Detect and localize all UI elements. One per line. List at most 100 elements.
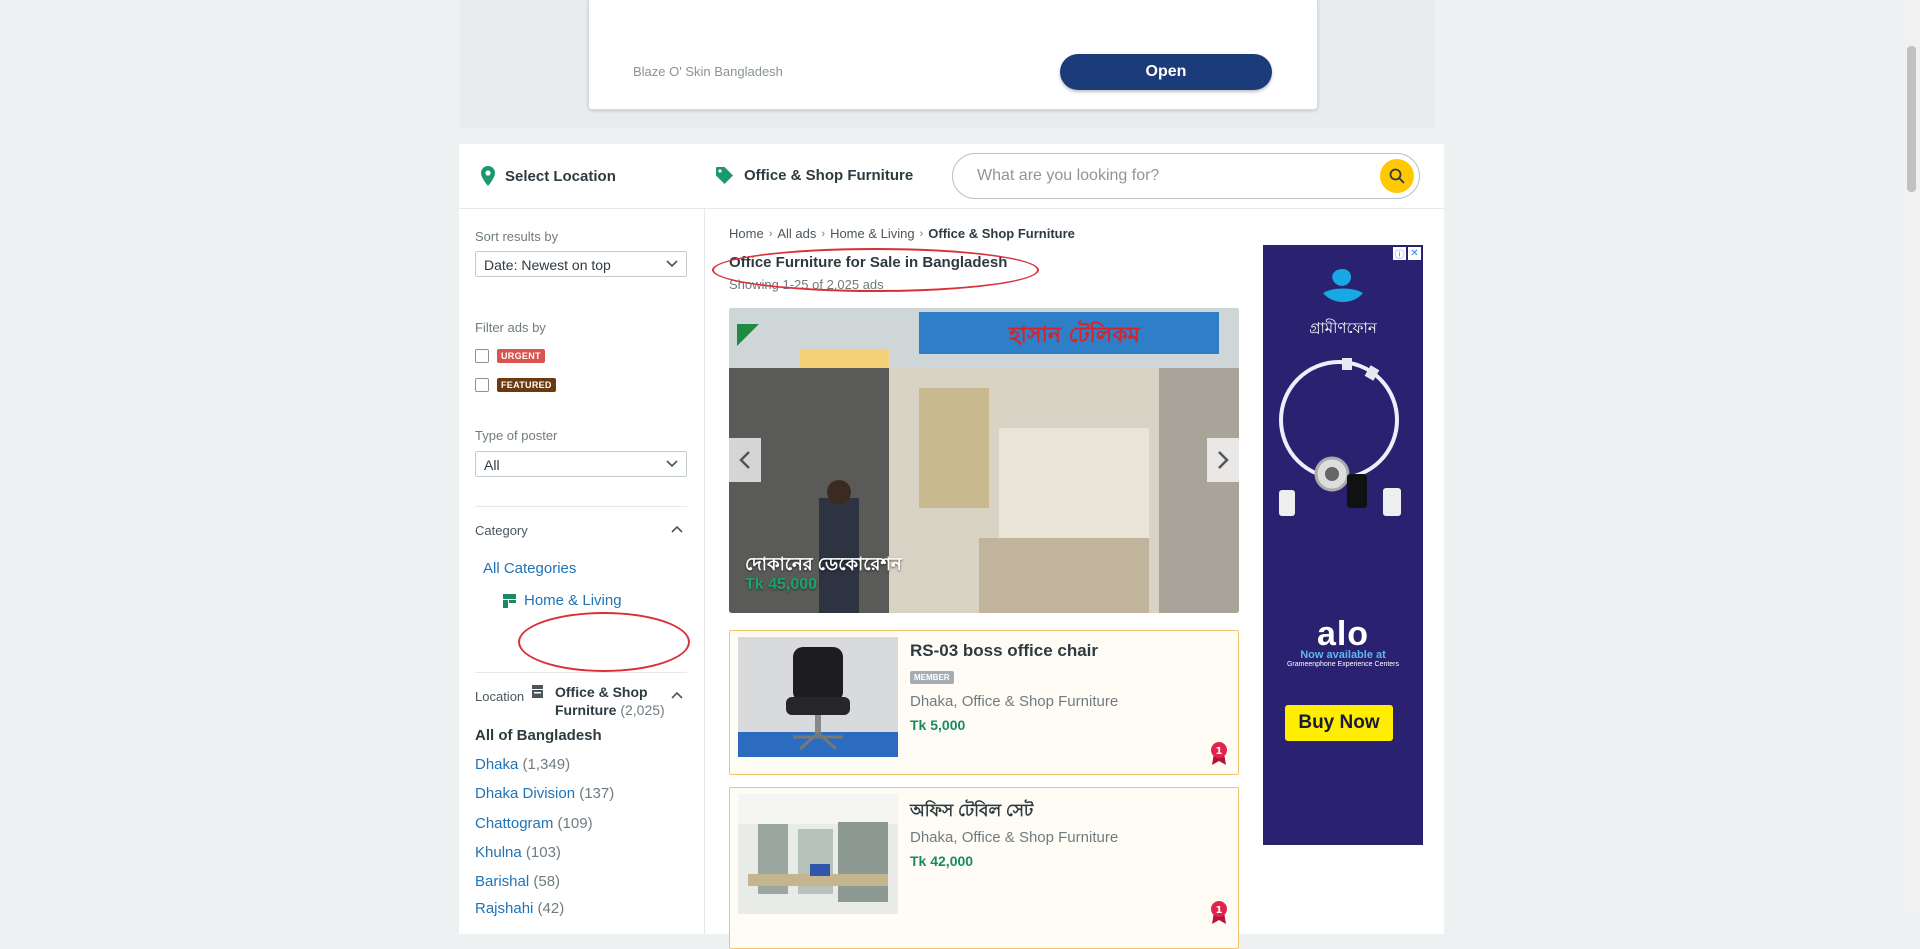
listing-thumbnail xyxy=(738,637,898,757)
location-name: Barishal xyxy=(475,873,530,890)
location-count: (103) xyxy=(525,844,561,861)
sort-value: Date: Newest on top xyxy=(484,257,611,273)
carousel-prev-button[interactable] xyxy=(729,438,761,482)
close-icon[interactable]: ✕ xyxy=(1408,247,1421,260)
sort-select[interactable]: Date: Newest on top xyxy=(475,251,687,277)
search-box xyxy=(952,153,1420,199)
listing-title[interactable]: অফিস টেবিল সেট xyxy=(910,798,1033,826)
breadcrumb-all-ads[interactable]: All ads xyxy=(777,226,816,241)
location-item[interactable]: Dhaka (1,349) xyxy=(475,756,570,773)
featured-filter[interactable]: FEATURED xyxy=(475,378,556,392)
filter-bar: Select Location Office & Shop Furniture xyxy=(459,144,1444,209)
shop-sign-text: হাসান টেলিকম xyxy=(1008,320,1141,348)
location-section-header[interactable]: Location xyxy=(475,689,687,704)
office-table-image xyxy=(738,794,898,914)
urgent-filter[interactable]: URGENT xyxy=(475,349,545,363)
buy-now-button[interactable]: Buy Now xyxy=(1285,705,1393,741)
office-chair-image xyxy=(738,637,898,757)
top-ad-number: 1 xyxy=(1216,746,1223,757)
poster-type-value: All xyxy=(484,457,500,473)
alo-device-graphic xyxy=(1279,358,1401,516)
breadcrumb: Home › All ads › Home & Living › Office … xyxy=(729,226,1075,241)
category-section-header[interactable]: Category xyxy=(475,523,687,538)
location-name: Chattogram xyxy=(475,815,554,832)
featured-badge: FEATURED xyxy=(497,378,556,392)
chevron-right-icon: › xyxy=(821,227,826,240)
location-heading: Location xyxy=(475,689,525,704)
featured-ad-price: Tk 45,000 xyxy=(745,576,818,593)
featured-ad-carousel[interactable]: হাসান টেলিকম দোকানের ডেকোরেশন Tk 45,000 xyxy=(729,308,1239,613)
all-categories-link[interactable]: All Categories xyxy=(483,560,576,577)
side-banner-ad[interactable]: ⓘ ✕ গ্রামীণফোন alo Now available at Gram… xyxy=(1263,245,1423,845)
top-ad-ribbon-icon: 1 xyxy=(1211,901,1227,924)
location-name: Rajshahi xyxy=(475,900,534,917)
search-input[interactable] xyxy=(975,154,1359,198)
location-count: (1,349) xyxy=(522,756,571,773)
chevron-left-icon xyxy=(739,451,750,469)
location-item[interactable]: Chattogram (109) xyxy=(475,815,593,832)
search-icon xyxy=(1389,168,1405,184)
ad-choices[interactable]: ⓘ ✕ xyxy=(1393,247,1421,261)
select-location-button[interactable]: Select Location xyxy=(481,166,616,186)
search-button[interactable] xyxy=(1380,159,1414,193)
location-count: (109) xyxy=(557,815,593,832)
current-category-count: (2,025) xyxy=(620,702,665,718)
results-count: Showing 1-25 of 2,025 ads xyxy=(729,277,884,292)
listing-card[interactable]: RS-03 boss office chair MEMBER Dhaka, Of… xyxy=(729,630,1239,775)
ad-info-icon[interactable]: ⓘ xyxy=(1393,247,1406,261)
urgent-checkbox[interactable] xyxy=(475,349,489,363)
listing-price: Tk 5,000 xyxy=(910,717,966,733)
sort-label: Sort results by xyxy=(475,229,559,244)
chevron-down-icon xyxy=(666,260,678,268)
furniture-icon xyxy=(503,593,516,608)
top-ad-ribbon-icon: 1 xyxy=(1211,742,1227,765)
top-ad-number: 1 xyxy=(1216,905,1223,916)
breadcrumb-home-living[interactable]: Home & Living xyxy=(830,226,915,241)
home-living-item[interactable]: Home & Living xyxy=(503,592,622,609)
location-item[interactable]: Dhaka Division (137) xyxy=(475,785,614,802)
listing-card[interactable]: অফিস টেবিল সেট Dhaka, Office & Shop Furn… xyxy=(729,787,1239,949)
chevron-right-icon xyxy=(1218,451,1229,469)
chevron-down-icon xyxy=(666,460,678,468)
location-pin-icon xyxy=(481,166,495,186)
breadcrumb-current: Office & Shop Furniture xyxy=(928,226,1075,241)
ad-advertiser-name: Blaze O' Skin Bangladesh xyxy=(633,64,783,79)
listing-location: Dhaka, Office & Shop Furniture xyxy=(910,693,1119,710)
location-item[interactable]: Barishal (58) xyxy=(475,873,560,890)
scrollbar-thumb[interactable] xyxy=(1907,46,1916,192)
top-banner-ad[interactable]: Blaze O' Skin Bangladesh Open xyxy=(588,0,1318,110)
ad-availability-line2: Grameenphone Experience Centers xyxy=(1286,661,1400,668)
divider xyxy=(475,672,687,673)
location-count: (137) xyxy=(579,785,615,802)
chevron-up-icon[interactable] xyxy=(671,691,683,701)
featured-checkbox[interactable] xyxy=(475,378,489,392)
chevron-right-icon: › xyxy=(919,227,924,240)
all-bangladesh[interactable]: All of Bangladesh xyxy=(475,727,602,744)
chevron-up-icon[interactable] xyxy=(671,525,683,535)
category-label: Office & Shop Furniture xyxy=(744,167,914,184)
listing-title[interactable]: RS-03 boss office chair xyxy=(910,641,1098,661)
filter-sidebar: Sort results by Date: Newest on top Filt… xyxy=(459,209,705,934)
page-title: Office Furniture for Sale in Bangladesh xyxy=(729,254,1008,271)
select-location-label: Select Location xyxy=(505,167,616,185)
select-category-button[interactable]: Office & Shop Furniture xyxy=(715,166,913,185)
category-heading: Category xyxy=(475,523,528,538)
location-count: (42) xyxy=(537,900,565,917)
location-item[interactable]: Khulna (103) xyxy=(475,844,561,861)
poster-type-label: Type of poster xyxy=(475,428,558,443)
location-item[interactable]: Rajshahi (42) xyxy=(475,900,564,917)
location-name: Dhaka xyxy=(475,756,519,773)
listing-price: Tk 42,000 xyxy=(910,853,974,869)
ad-open-button[interactable]: Open xyxy=(1060,54,1272,90)
ad-availability-line1: Now available at xyxy=(1300,649,1386,661)
grameenphone-brand-text: গ্রামীণফোন xyxy=(1309,320,1377,337)
home-living-link[interactable]: Home & Living xyxy=(524,592,622,609)
location-name: Dhaka Division xyxy=(475,785,576,802)
carousel-next-button[interactable] xyxy=(1207,438,1239,482)
listing-location: Dhaka, Office & Shop Furniture xyxy=(910,829,1119,846)
breadcrumb-home[interactable]: Home xyxy=(729,226,764,241)
poster-type-select[interactable]: All xyxy=(475,451,687,477)
page-scrollbar[interactable] xyxy=(1903,0,1920,914)
location-name: Khulna xyxy=(475,844,522,861)
urgent-badge: URGENT xyxy=(497,349,545,363)
